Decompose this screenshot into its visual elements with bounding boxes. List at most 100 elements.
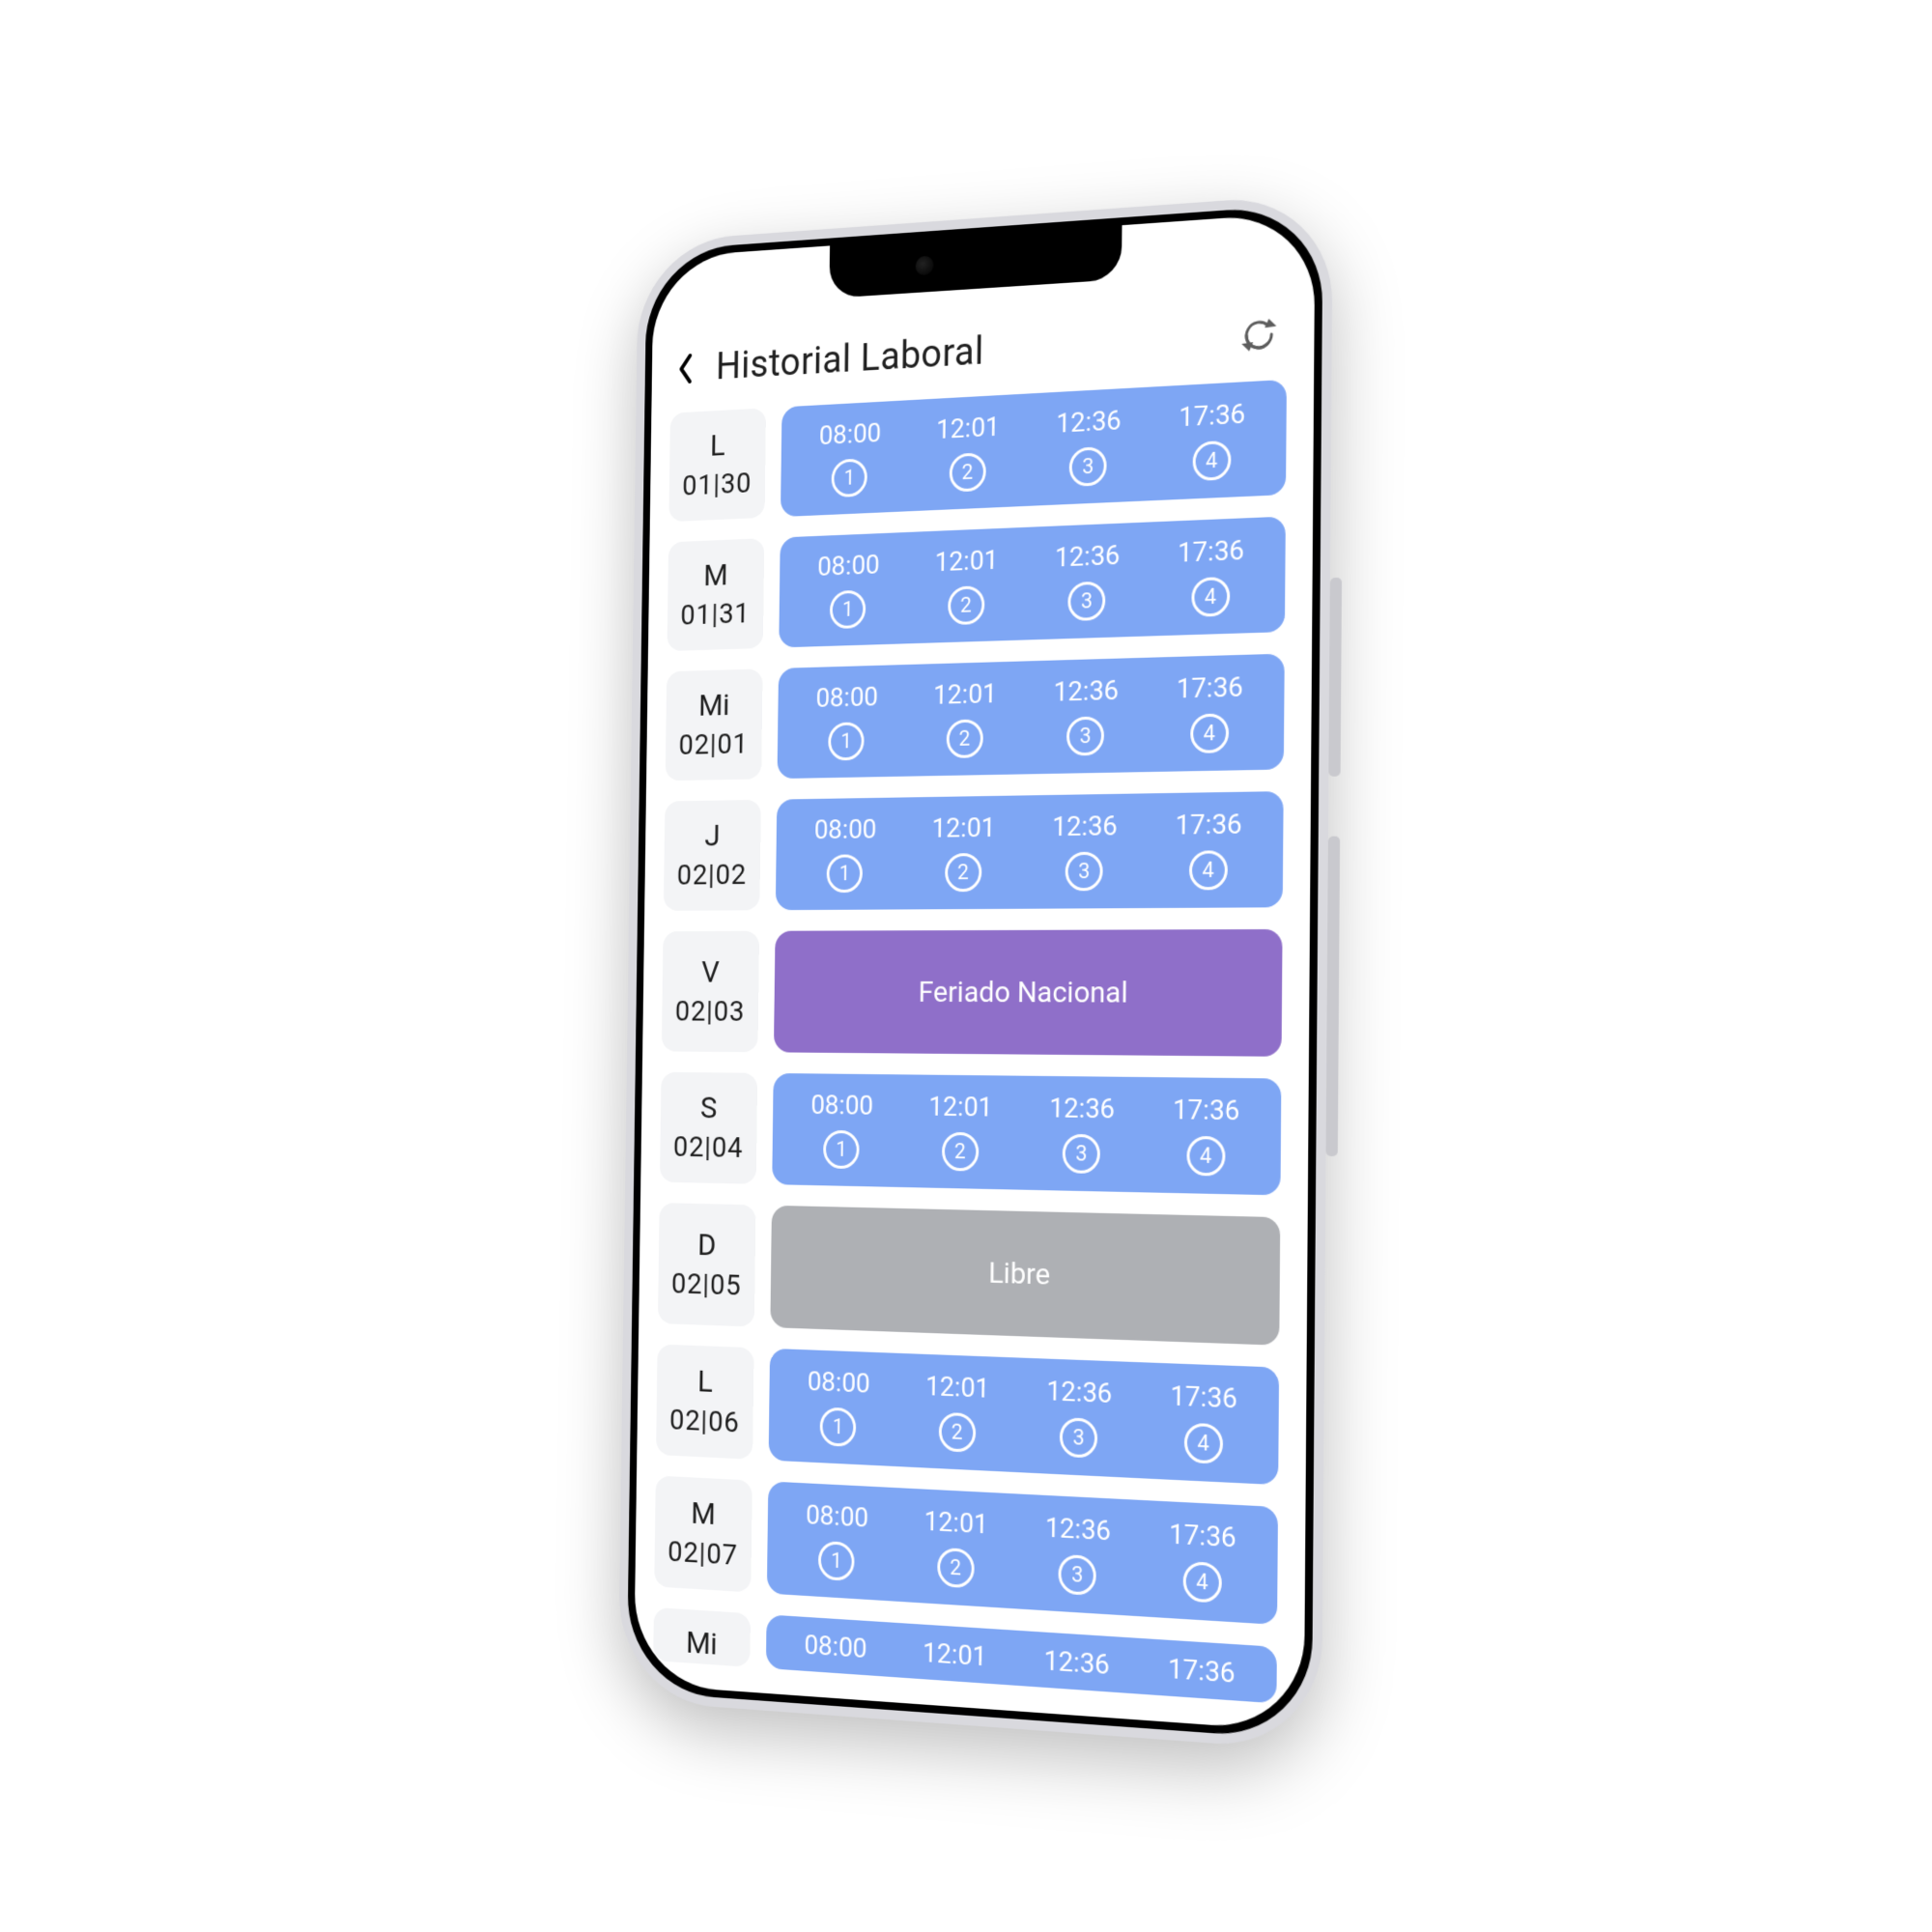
punch-time: 08:00 [810,1089,873,1122]
punch-time: 12:01 [928,1091,993,1123]
punch-time: 17:36 [1170,1379,1237,1415]
punch-index-badge: 3 [1060,1417,1097,1459]
punch-index-badge: 3 [1063,1134,1100,1174]
day-list[interactable]: L01|3008:00112:01212:36317:364M01|3108:0… [634,378,1314,1731]
punch-card[interactable]: 08:00112:01212:36317:364 [772,1073,1281,1195]
day-of-week: L [710,427,725,463]
date-pill: J 02|02 [664,800,761,911]
day-of-week: Mi [686,1624,718,1662]
punch-index-badge: 2 [937,1548,975,1589]
punch-time: 12:01 [933,677,997,711]
day-row: S02|0408:00112:01212:36317:364 [660,1072,1281,1196]
day-row: V 02|03 Feriado Nacional [662,929,1283,1057]
punch-card[interactable]: 08:00112:01212:36317:364 [766,1614,1277,1703]
day-of-week: J [704,817,720,853]
refresh-icon [1239,314,1278,355]
punch-col: 12:363 [1018,1510,1139,1599]
punch-card[interactable]: 08:00112:01212:36317:364 [767,1481,1278,1625]
month-day: 01|30 [682,467,752,502]
punch-time: 08:00 [819,416,882,451]
punch-col: 12:363 [1017,1642,1137,1683]
punch-index-badge: 1 [823,1130,860,1169]
chevron-left-icon [677,352,695,384]
month-day: 02|01 [679,727,749,762]
punch-index-badge: 1 [830,590,867,630]
date-pill: V 02|03 [662,931,759,1052]
punch-index-badge: 2 [949,452,985,492]
punch-time: 12:36 [1049,1092,1115,1124]
punch-index-badge: 3 [1065,852,1103,892]
punch-card[interactable]: 08:001 12:01 2 12:36 3 17:36 4 [769,1349,1280,1485]
punch-col: 17:364 [1141,1650,1264,1691]
punch-card[interactable]: 08:00112:01212:36317:364 [776,791,1284,910]
month-day: 02|04 [673,1130,744,1165]
punch-col: 12:012 [908,543,1025,627]
month-day: 02|05 [671,1266,742,1302]
punch-index-badge: 4 [1191,577,1230,617]
punch-time: 12:36 [1043,1644,1110,1681]
punch-col: 12:01 2 [898,1369,1016,1455]
day-row: Mi02|0108:00112:01212:36317:364 [666,654,1285,781]
punch-col: 12:363 [1025,810,1145,892]
punch-index-badge: 4 [1189,850,1228,890]
banner-label: Libre [988,1256,1050,1292]
free-banner[interactable]: Libre [770,1206,1280,1346]
punch-col: 17:36 4 [1141,1516,1264,1605]
punch-col: 08:001 [791,548,905,631]
punch-time: 17:36 [1177,670,1244,704]
month-day: 02|02 [677,859,748,893]
punch-time: 12:36 [1045,1511,1111,1547]
punch-time: 12:01 [925,1370,990,1405]
back-button[interactable] [672,348,698,388]
punch-time: 17:36 [1173,1094,1240,1127]
holiday-banner[interactable]: Feriado Nacional [774,929,1283,1057]
punch-time: 08:00 [815,681,878,714]
day-row: D02|05 Libre [658,1203,1280,1346]
day-of-week: M [691,1494,716,1532]
punch-col: 12:363 [1028,538,1147,623]
punch-col: 17:364 [1145,1093,1267,1177]
punch-card[interactable]: 08:00112:01212:36317:364 [778,654,1285,779]
date-pill: L02|06 [656,1344,753,1459]
date-pill: L 01|30 [668,408,766,522]
punch-col: 17:364 [1148,808,1270,891]
refresh-button[interactable] [1236,311,1281,358]
punch-col: 17:36 4 [1143,1378,1265,1466]
punch-card[interactable]: 08:00112:01212:363 17:36 4 [779,517,1286,648]
phone-mock: Historial Laboral L01|3008:00112:01212:3… [618,193,1333,1751]
month-day: 02|07 [668,1535,738,1573]
date-pill: D02|05 [658,1203,755,1326]
punch-col: 17:364 [1151,396,1273,483]
punch-col: 17:36 4 [1150,532,1271,618]
punch-col: 17:364 [1149,669,1270,753]
punch-col: 12:36 3 [1019,1374,1139,1461]
day-of-week: V [701,953,720,989]
punch-index-badge: 4 [1184,1423,1223,1464]
punch-time: 12:01 [923,1505,988,1541]
punch-index-badge: 2 [945,853,981,892]
date-pill: M01|31 [668,538,765,651]
punch-col: 12:36 3 [1022,1092,1142,1175]
punch-index-badge: 4 [1182,1561,1221,1604]
punch-col: 08:001 [781,1364,896,1449]
punch-time: 17:36 [1178,534,1244,569]
punch-col: 08:001 [779,1627,894,1666]
punch-time: 12:01 [934,544,998,578]
punch-col: 08:00 1 [790,680,904,761]
punch-col: 08:001 [793,415,907,499]
punch-time: 12:36 [1055,539,1121,574]
day-row: J02|0208:00112:01212:36317:364 [664,791,1284,911]
punch-time: 17:36 [1169,1518,1236,1554]
punch-index-badge: 1 [827,854,864,893]
punch-index-badge: 2 [938,1412,976,1453]
punch-index-badge: 1 [828,722,865,760]
punch-time: 12:36 [1053,674,1119,708]
punch-index-badge: 1 [818,1541,855,1581]
date-pill: Mi02|01 [666,668,763,781]
punch-time: 12:36 [1046,1375,1112,1409]
month-day: 02|03 [675,995,746,1028]
month-day: 01|31 [680,597,750,632]
punch-time: 17:36 [1168,1652,1236,1690]
punch-col: 12:012 [905,811,1022,893]
punch-col: 12:012 [896,1634,1013,1674]
